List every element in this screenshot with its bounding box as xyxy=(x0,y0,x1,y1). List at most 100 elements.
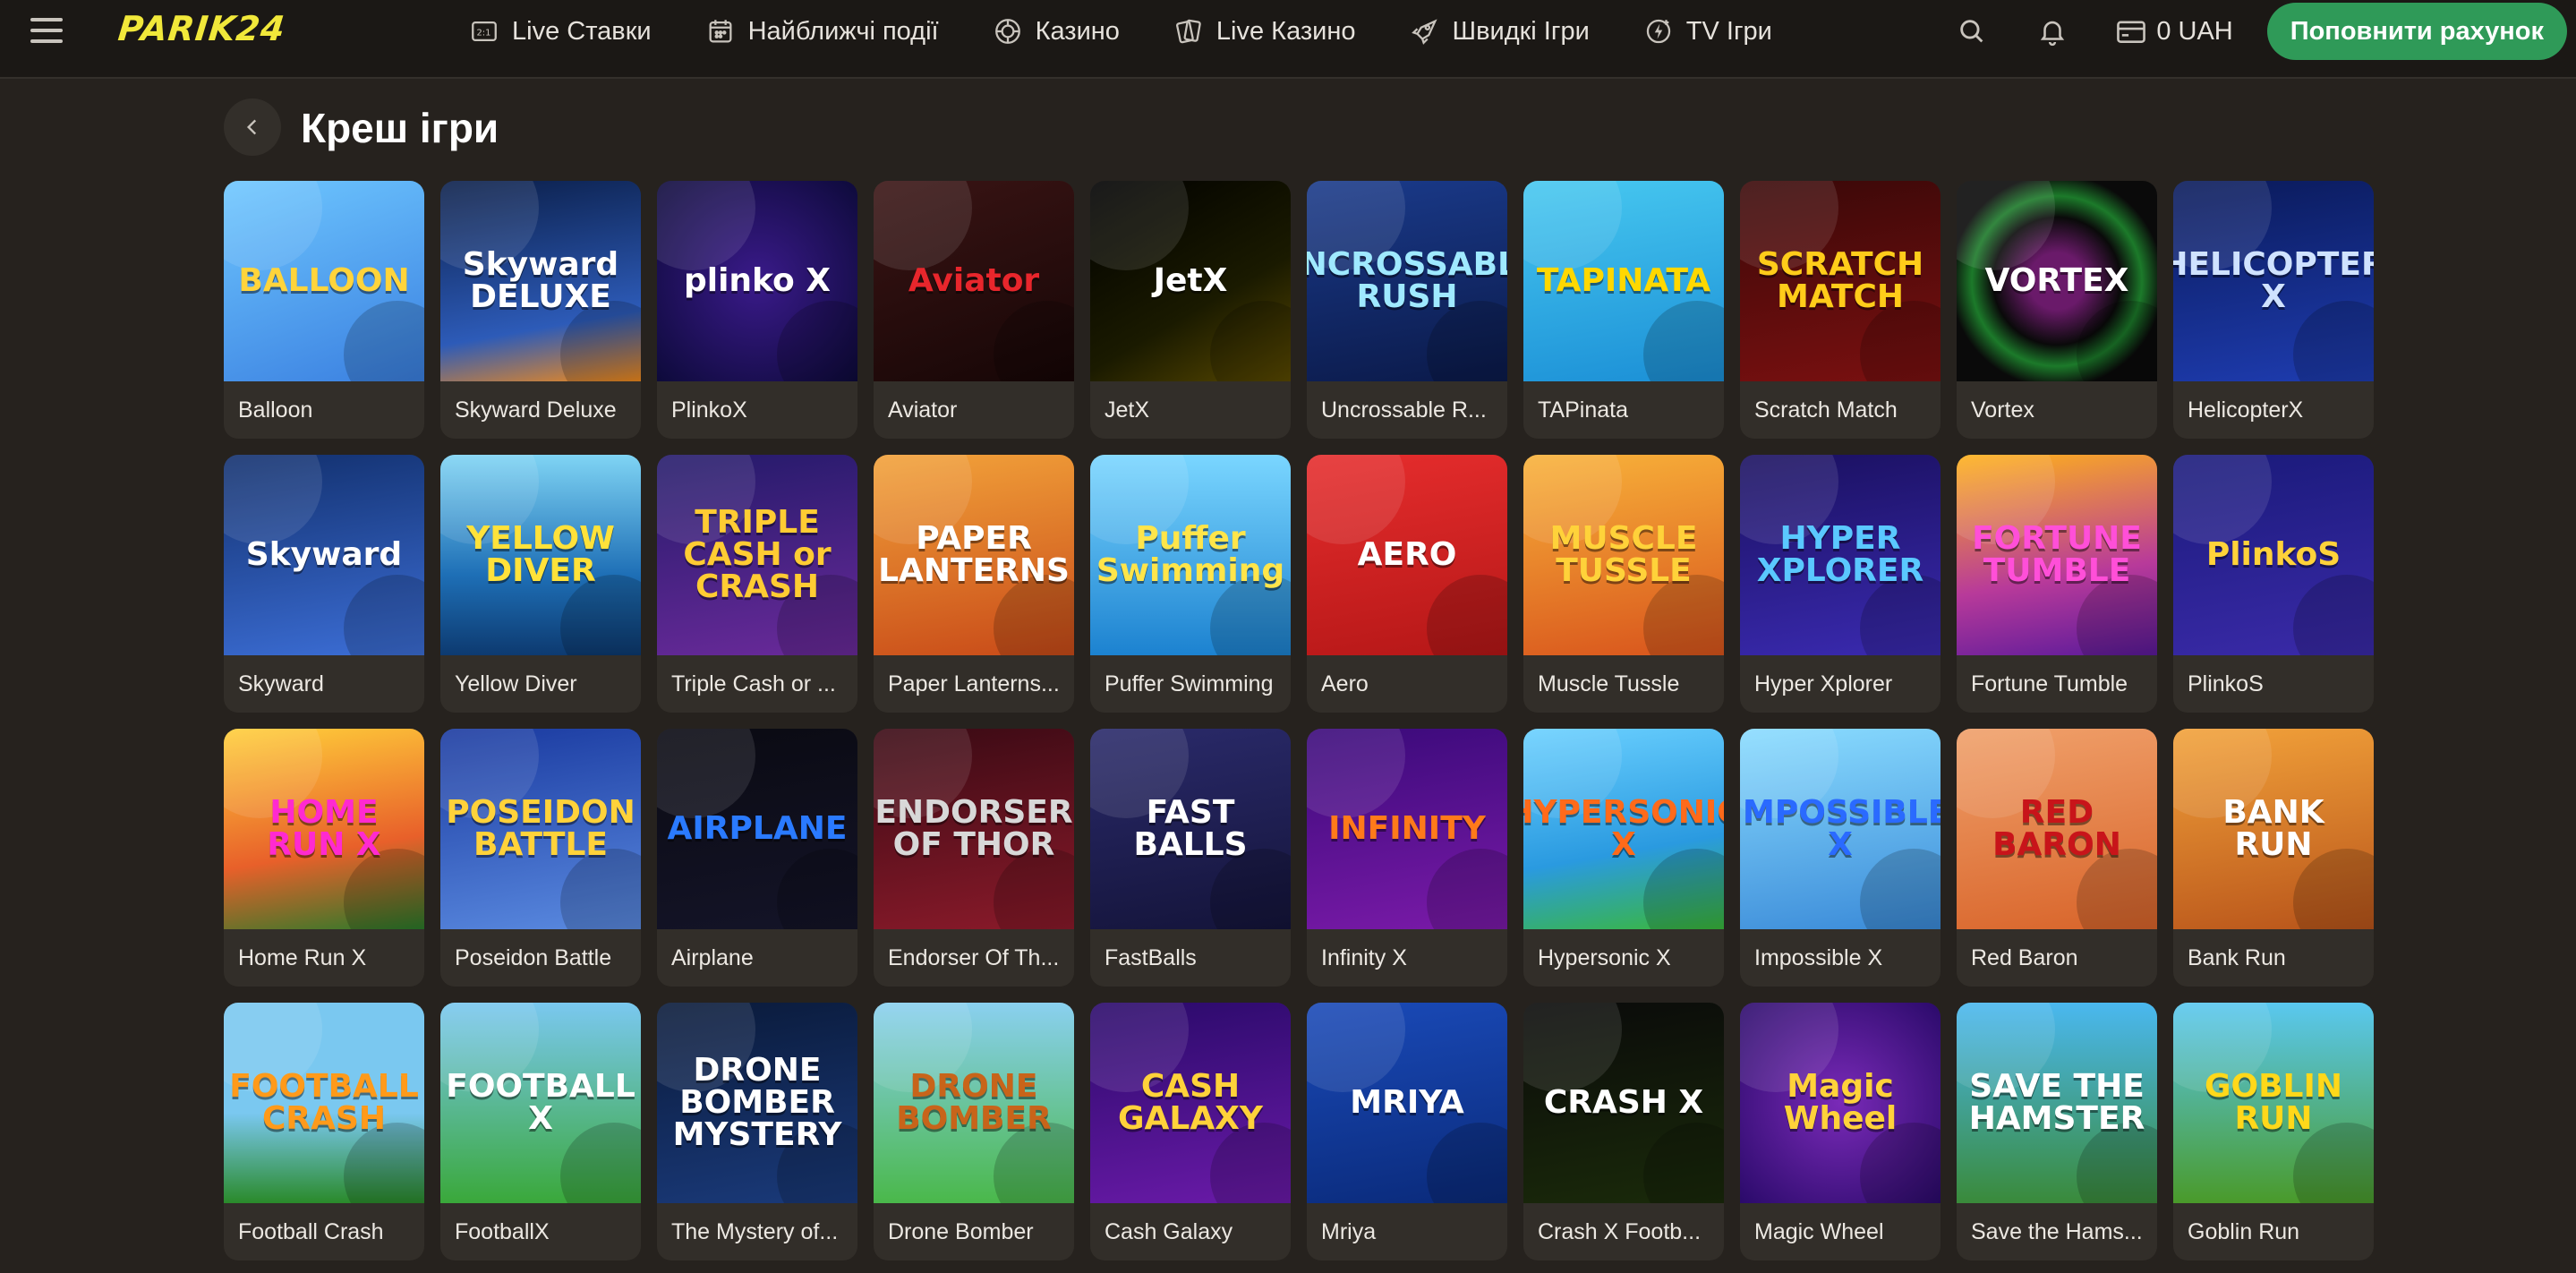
wallet-icon xyxy=(2117,21,2146,43)
game-card[interactable]: HELICOPTER X HelicopterX xyxy=(2173,181,2374,439)
nav-upcoming-events[interactable]: Найближчі події xyxy=(705,0,939,63)
game-title: Vortex xyxy=(1971,397,2034,423)
game-thumbnail: FAST BALLS xyxy=(1090,729,1291,929)
game-card[interactable]: ENDORSER OF THOR Endorser Of Th... xyxy=(874,729,1074,987)
game-title: Magic Wheel xyxy=(1754,1218,1884,1244)
game-card[interactable]: Skyward DELUXE Skyward Deluxe xyxy=(440,181,641,439)
nav-label: Найближчі події xyxy=(747,16,939,46)
game-title: Bank Run xyxy=(2188,944,2286,970)
game-card[interactable]: INFINITY Infinity X xyxy=(1307,729,1507,987)
game-thumbnail: BALLOON xyxy=(224,181,424,381)
nav-live-bets[interactable]: 2:1 Live Ставки xyxy=(469,0,652,63)
game-card[interactable]: JetX JetX xyxy=(1090,181,1291,439)
game-thumbnail: FORTUNE TUMBLE xyxy=(1957,455,2157,655)
game-card[interactable]: CASH GALAXY Cash Galaxy xyxy=(1090,1003,1291,1260)
bell-icon[interactable] xyxy=(2034,13,2070,49)
game-thumbnail: DRONE BOMBER MYSTERY xyxy=(657,1003,857,1203)
game-card[interactable]: TAPINATA TAPinata xyxy=(1523,181,1724,439)
game-title: Endorser Of Th... xyxy=(888,944,1060,970)
game-card[interactable]: Aviator Aviator xyxy=(874,181,1074,439)
game-card[interactable]: SAVE THE HAMSTER Save the Hams... xyxy=(1957,1003,2157,1260)
search-icon[interactable] xyxy=(1954,13,1990,49)
thumbnail-decoration xyxy=(1427,575,1507,655)
game-title: Hyper Xplorer xyxy=(1754,671,1893,696)
game-card[interactable]: DRONE BOMBER Drone Bomber xyxy=(874,1003,1074,1260)
nav-tv-games[interactable]: TV Ігри xyxy=(1643,0,1772,63)
game-card[interactable]: VORTEX Vortex xyxy=(1957,181,2157,439)
game-card[interactable]: IMPOSSIBLE X Impossible X xyxy=(1740,729,1941,987)
balance-amount: 0 UAH xyxy=(2156,16,2233,46)
game-card[interactable]: BANK RUN Bank Run xyxy=(2173,729,2374,987)
thumbnail-decoration xyxy=(344,301,424,381)
game-card[interactable]: Skyward Skyward xyxy=(224,455,424,713)
game-title: Crash X Footb... xyxy=(1538,1218,1702,1244)
game-card[interactable]: FAST BALLS FastBalls xyxy=(1090,729,1291,987)
game-title: Aero xyxy=(1321,671,1369,696)
game-card[interactable]: UNCROSSABLE RUSH Uncrossable R... xyxy=(1307,181,1507,439)
game-card[interactable]: HYPERSONIC X Hypersonic X xyxy=(1523,729,1724,987)
game-artwork-text: FOOTBALL X xyxy=(446,1068,635,1137)
nav-live-casino[interactable]: Live Казино xyxy=(1173,0,1356,63)
thumbnail-decoration xyxy=(224,455,322,544)
game-artwork-text: ENDORSER OF THOR xyxy=(874,794,1073,863)
game-card[interactable]: FOOTBALL X FootballX xyxy=(440,1003,641,1260)
game-card[interactable]: BALLOON Balloon xyxy=(224,181,424,439)
game-artwork-text: TAPINATA xyxy=(1536,262,1711,299)
game-card[interactable]: SCRATCH MATCH Scratch Match xyxy=(1740,181,1941,439)
game-card[interactable]: AERO Aero xyxy=(1307,455,1507,713)
back-button[interactable] xyxy=(224,98,281,156)
thumbnail-decoration xyxy=(2173,455,2272,544)
game-thumbnail: DRONE BOMBER xyxy=(874,1003,1074,1203)
game-card[interactable]: Puffer Swimming Puffer Swimming xyxy=(1090,455,1291,713)
svg-text:2:1: 2:1 xyxy=(477,28,491,38)
game-thumbnail: Magic Wheel xyxy=(1740,1003,1941,1203)
thumbnail-decoration xyxy=(1307,1003,1405,1092)
nav-casino[interactable]: Казино xyxy=(993,0,1120,63)
game-artwork-text: CASH GALAXY xyxy=(1117,1068,1264,1137)
balance-display[interactable]: 0 UAH xyxy=(2115,16,2233,47)
game-card[interactable]: GOBLIN RUN Goblin Run xyxy=(2173,1003,2374,1260)
game-card[interactable]: HYPER XPLORER Hyper Xplorer xyxy=(1740,455,1941,713)
game-card[interactable]: Magic Wheel Magic Wheel xyxy=(1740,1003,1941,1260)
game-card[interactable]: HOME RUN X Home Run X xyxy=(224,729,424,987)
game-artwork-text: MUSCLE TUSSLE xyxy=(1549,520,1698,589)
game-card[interactable]: plinko X PlinkoX xyxy=(657,181,857,439)
game-card[interactable]: CRASH X Crash X Footb... xyxy=(1523,1003,1724,1260)
game-card[interactable]: FOOTBALL CRASH Football Crash xyxy=(224,1003,424,1260)
game-artwork-text: GOBLIN RUN xyxy=(2204,1068,2343,1137)
game-thumbnail: Aviator xyxy=(874,181,1074,381)
thumbnail-decoration xyxy=(2293,575,2374,655)
game-title: Impossible X xyxy=(1754,944,1883,970)
chevron-left-icon xyxy=(246,119,257,135)
rocket-icon xyxy=(1411,19,1437,45)
game-card[interactable]: AIRPLANE Airplane xyxy=(657,729,857,987)
game-card[interactable]: TRIPLE CASH or CRASH Triple Cash or ... xyxy=(657,455,857,713)
thumbnail-decoration xyxy=(1307,729,1405,818)
game-card[interactable]: DRONE BOMBER MYSTERY The Mystery of... xyxy=(657,1003,857,1260)
thumbnail-decoration xyxy=(2077,301,2157,381)
game-title: The Mystery of... xyxy=(671,1218,839,1244)
game-card[interactable]: YELLOW DIVER Yellow Diver xyxy=(440,455,641,713)
game-artwork-text: AIRPLANE xyxy=(667,810,848,847)
game-card[interactable]: RED BARON Red Baron xyxy=(1957,729,2157,987)
brand-logo[interactable]: PARIK24 xyxy=(115,9,287,52)
game-card[interactable]: FORTUNE TUMBLE Fortune Tumble xyxy=(1957,455,2157,713)
game-thumbnail: HYPERSONIC X xyxy=(1523,729,1724,929)
deposit-button[interactable]: Поповнити рахунок xyxy=(2266,3,2567,60)
game-card[interactable]: MRIYA Mriya xyxy=(1307,1003,1507,1260)
game-artwork-text: SAVE THE HAMSTER xyxy=(1968,1068,2145,1137)
game-card[interactable]: PlinkoS PlinkoS xyxy=(2173,455,2374,713)
game-card[interactable]: PAPER LANTERNS Paper Lanterns... xyxy=(874,455,1074,713)
page-title: Креш ігри xyxy=(301,105,499,151)
game-card[interactable]: MUSCLE TUSSLE Muscle Tussle xyxy=(1523,455,1724,713)
nav-fast-games[interactable]: Швидкі Ігри xyxy=(1410,0,1590,63)
game-artwork-text: TRIPLE CASH or CRASH xyxy=(683,504,832,605)
game-title: Save the Hams... xyxy=(1971,1218,2143,1244)
game-artwork-text: HYPERSONIC X xyxy=(1523,794,1724,863)
game-title: Scratch Match xyxy=(1754,397,1898,423)
game-card[interactable]: POSEIDON BATTLE Poseidon Battle xyxy=(440,729,641,987)
game-thumbnail: PAPER LANTERNS xyxy=(874,455,1074,655)
game-title: Puffer Swimming xyxy=(1105,671,1274,696)
game-artwork-text: Puffer Swimming xyxy=(1096,520,1285,589)
menu-icon[interactable] xyxy=(30,18,63,45)
